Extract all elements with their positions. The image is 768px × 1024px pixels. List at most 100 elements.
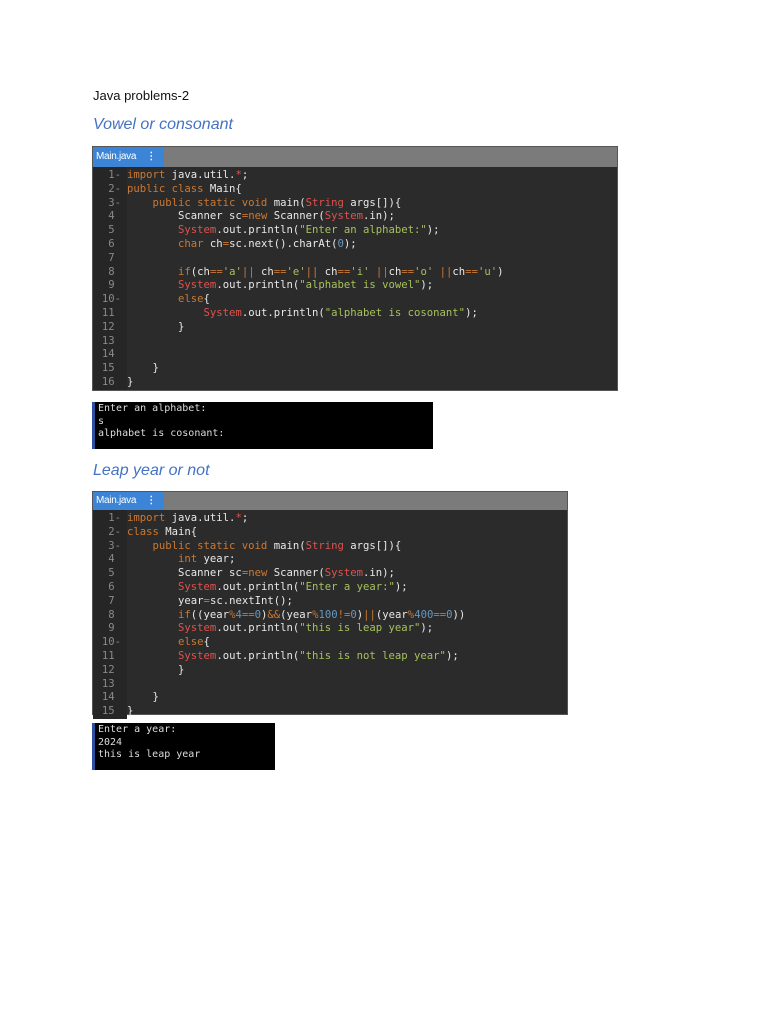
code-token: ); (465, 306, 478, 319)
code-line: 7 year=sc.nextInt(); (93, 595, 567, 609)
code-token: ); (420, 622, 434, 635)
code-token: else (178, 636, 204, 649)
code-token: import (127, 169, 166, 181)
console-line: Enter a year: (98, 724, 177, 735)
code-line: 8 if(ch=='a'|| ch=='e'|| ch=='i' ||ch=='… (93, 266, 617, 280)
tab-main-java[interactable]: Main.java ⋮ (93, 147, 164, 167)
line-number: 10- (101, 293, 121, 306)
code-token: sc.nextInt(); (209, 594, 293, 607)
code-token: ); (445, 649, 459, 662)
line-number: 14 (101, 348, 121, 361)
code-token: year (127, 594, 204, 607)
more-options-icon[interactable]: ⋮ (146, 492, 156, 510)
code-token: ) (497, 265, 504, 278)
code-line: 13 (93, 335, 617, 349)
code-token: .out.println( (216, 580, 300, 593)
code-token: ch (388, 265, 402, 278)
code-token: )) (452, 608, 466, 621)
code-editor-leap-year: Main.java ⋮ 1- import java.util.*; 2- class … (92, 491, 568, 719)
code-line: 7 (93, 252, 617, 266)
code-token: main( (267, 196, 306, 209)
code-token: ; (241, 169, 249, 181)
code-token: =new (241, 567, 268, 580)
code-token: sc.next().charAt( (229, 237, 338, 250)
code-token: Scanner sc (127, 567, 242, 580)
code-line: 9 System.out.println("this is leap year"… (93, 622, 567, 636)
code-token: "alphabet is cosonant" (324, 306, 466, 319)
code-token: 'i' (350, 265, 370, 278)
tab-main-java[interactable]: Main.java ⋮ (93, 492, 164, 510)
line-number: 3- (108, 539, 121, 552)
tab-label: Main.java (96, 151, 137, 162)
line-number: 5 (108, 224, 121, 237)
code-token: } (127, 691, 159, 704)
code-token: System (324, 567, 364, 580)
code-token: || (241, 265, 255, 278)
code-line: 10- else{ (93, 636, 567, 650)
code-line: 2- public class Main{ (93, 183, 617, 197)
code-line: 16 } (93, 376, 617, 390)
line-number: 8 (108, 265, 121, 278)
line-number: 1- (108, 512, 121, 524)
code-line: 14 (93, 348, 617, 362)
line-number: 4 (108, 210, 121, 223)
code-token: int (178, 553, 198, 566)
code-token: } (127, 320, 185, 333)
code-token: .out.println( (216, 224, 300, 237)
line-number: 13 (101, 334, 121, 347)
heading-vowel-or-consonant: Vowel or consonant (93, 116, 233, 133)
line-number: 12 (101, 663, 121, 676)
code-token: String (305, 196, 344, 209)
line-number: 8 (108, 608, 121, 621)
more-options-icon[interactable]: ⋮ (146, 147, 156, 167)
code-line: 13 (93, 678, 567, 692)
code-token: "alphabet is vowel" (299, 279, 421, 292)
line-number: 5 (108, 567, 121, 580)
code-token: == (433, 608, 447, 621)
code-area[interactable]: 1- import java.util.*; 2- class Main{3- pub… (93, 510, 567, 719)
code-line: 10- else{ (93, 293, 617, 307)
code-token: "Enter a year:" (299, 580, 395, 593)
line-number: 11 (101, 649, 121, 662)
code-token: == (273, 265, 287, 278)
code-token: } (127, 375, 134, 388)
code-line: 5 Scanner sc=new Scanner(System.in); (93, 567, 567, 581)
line-number: 9 (108, 622, 121, 635)
code-token: || (305, 265, 319, 278)
code-token: == (465, 265, 478, 278)
code-token: { (203, 636, 210, 649)
code-line: 11 System.out.println("this is not leap … (93, 650, 567, 664)
code-token: { (203, 293, 210, 306)
code-line: 12 } (93, 664, 567, 678)
line-number: 1- (108, 169, 121, 181)
code-token: } (127, 705, 134, 718)
code-token: == (209, 265, 223, 278)
line-number: 15 (101, 705, 121, 718)
line-number: 2- (108, 182, 121, 195)
line-number: 11 (101, 306, 121, 319)
code-line: 5 System.out.println("Enter an alphabet:… (93, 224, 617, 238)
line-number: 10- (101, 636, 121, 649)
document-title: Java problems-2 (93, 88, 190, 103)
code-line: 3- public static void main(String args[]… (93, 540, 567, 554)
code-token: "this is leap year" (299, 622, 421, 635)
code-token: || (363, 608, 376, 621)
code-area[interactable]: 1- import java.util.*; 2- public class Main… (93, 167, 617, 390)
code-line: 6 System.out.println("Enter a year:"); (93, 581, 567, 595)
line-number: 3- (108, 196, 121, 209)
code-token: Scanner( (267, 567, 325, 580)
code-token: if (178, 265, 191, 278)
code-token: ); (343, 237, 357, 250)
code-token: main( (267, 539, 306, 552)
code-token: class (127, 525, 159, 538)
editor-tab-bar: Main.java ⋮ (93, 147, 617, 167)
heading-leap-year: Leap year or not (93, 462, 210, 479)
code-token: || (369, 265, 389, 278)
code-line: 14 } (93, 691, 567, 705)
